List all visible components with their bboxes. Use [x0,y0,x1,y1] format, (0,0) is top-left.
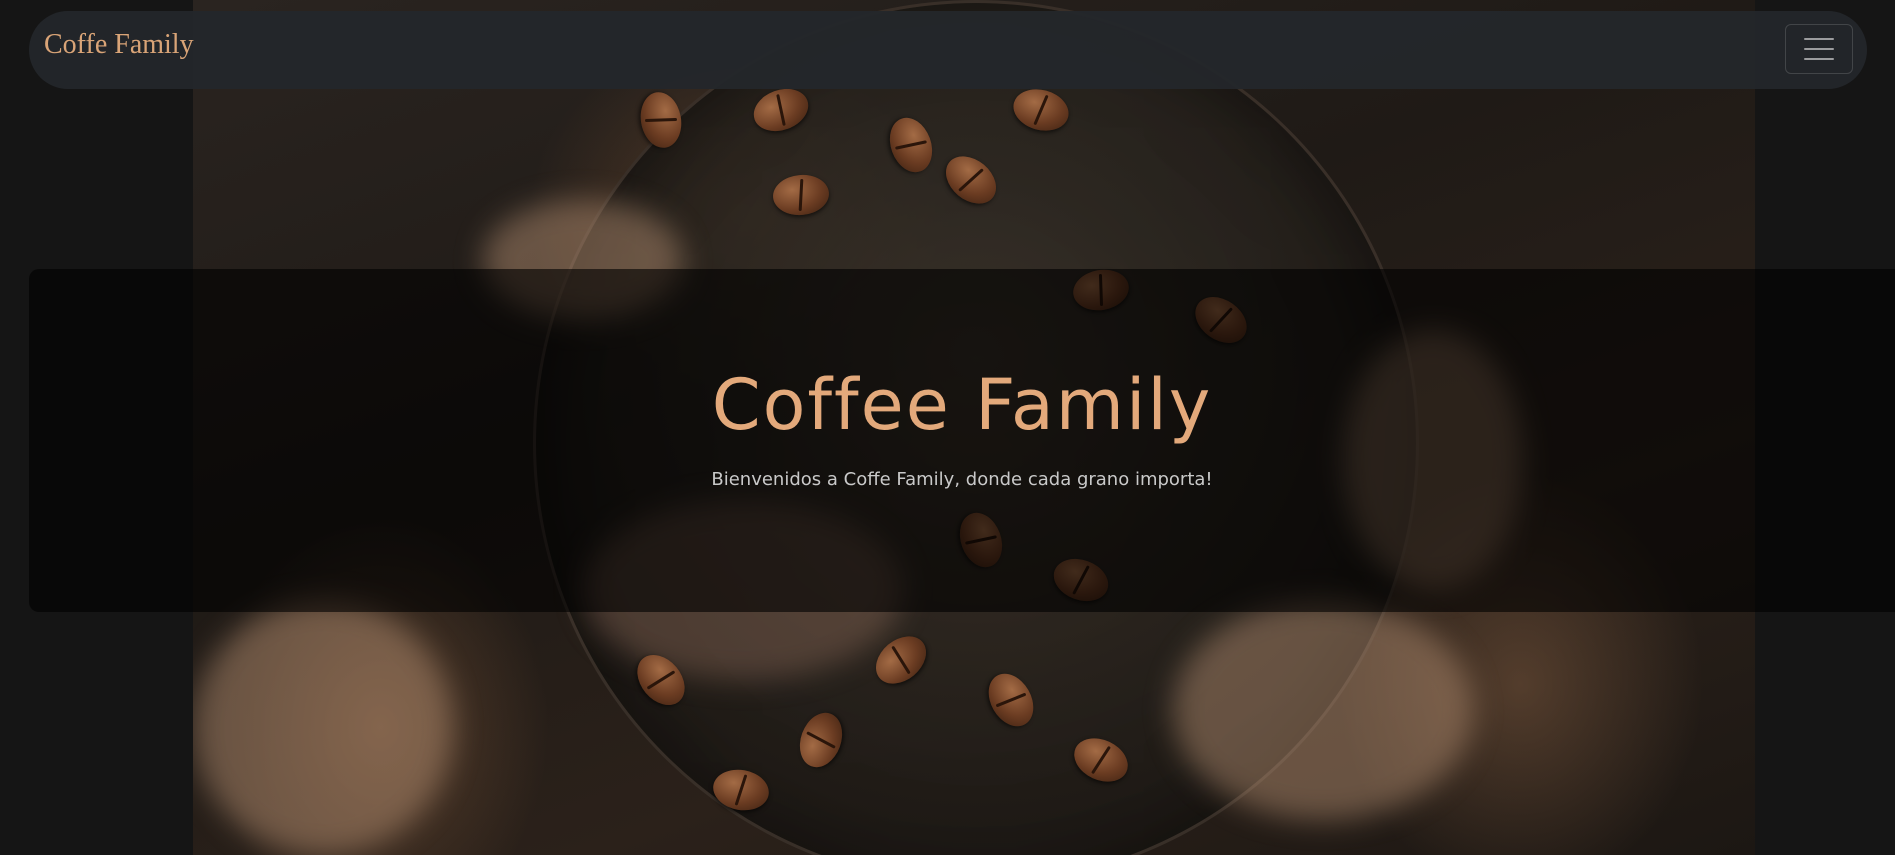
brand-link[interactable]: Coffe Family [44,29,194,61]
hero-subtitle: Bienvenidos a Coffe Family, donde cada g… [711,469,1213,490]
hero-title: Coffee Family [711,364,1213,446]
menu-toggle-button[interactable] [1785,24,1853,74]
blurred-bean [193,600,453,855]
blurred-bean [1173,600,1473,820]
navbar: Coffe Family [29,11,1867,89]
hero-overlay: Coffee Family Bienvenidos a Coffe Family… [29,269,1895,612]
hamburger-icon [1804,38,1834,60]
